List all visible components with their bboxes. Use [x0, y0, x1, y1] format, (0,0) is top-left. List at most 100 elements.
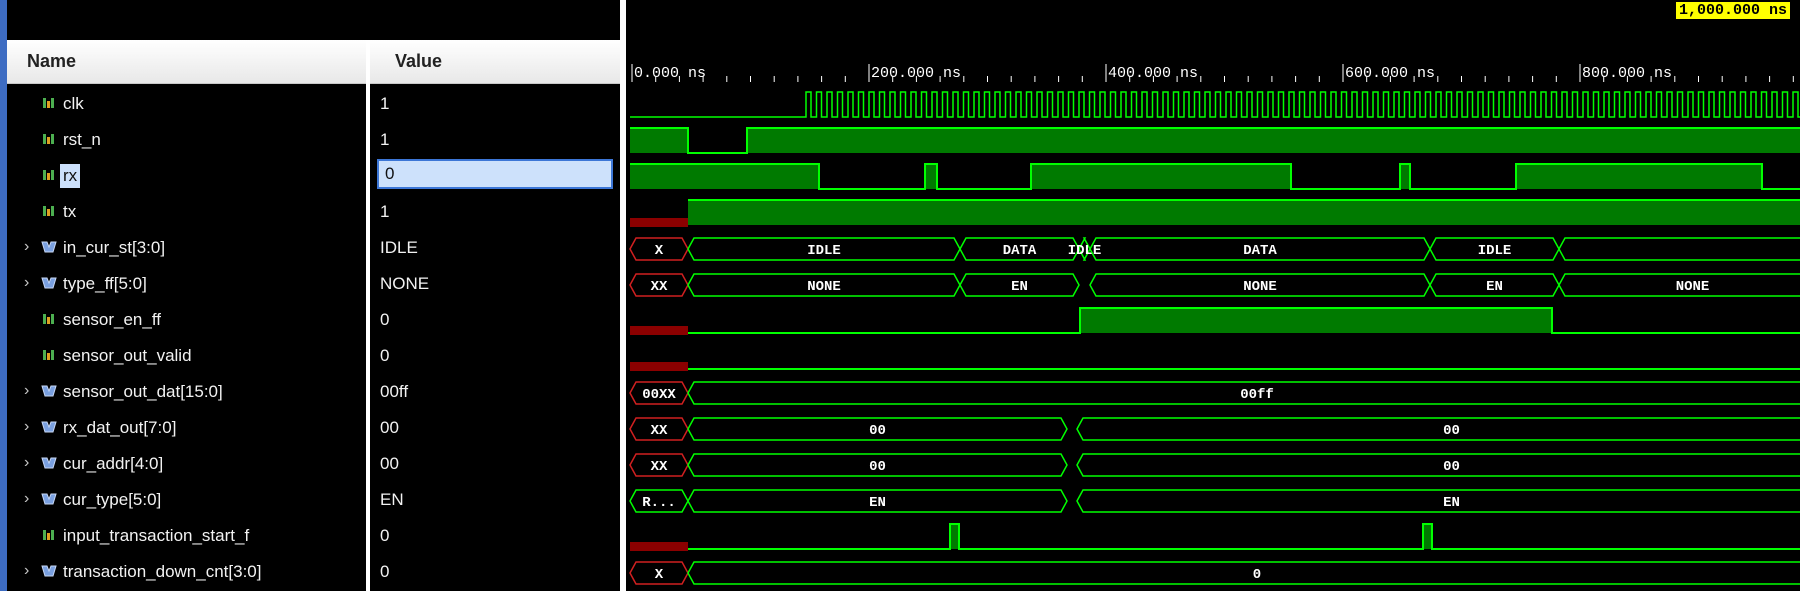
time-cursor-marker[interactable]: 1,000.000 ns [1676, 2, 1791, 19]
signal-name[interactable]: rx [60, 164, 81, 188]
bus-signal-icon [41, 421, 57, 433]
signal-name[interactable]: rst_n [60, 128, 104, 152]
bus-value-label: 00XX [642, 387, 676, 403]
bit-signal-icon [43, 314, 54, 324]
input_transaction_start_f-waveform-fill [1423, 524, 1432, 549]
signal-value: 0 [380, 310, 390, 329]
signal-name[interactable]: rx_dat_out[7:0] [60, 416, 179, 440]
rst_n-waveform-fill [747, 128, 1800, 153]
signal-value: EN [380, 490, 404, 509]
bus-signal-icon [41, 565, 57, 577]
signal-row[interactable]: clk 1 [7, 86, 620, 122]
bus-segment [1076, 489, 1800, 513]
signal-name[interactable]: tx [60, 200, 79, 224]
signal-value: 00 [380, 454, 399, 473]
input_transaction_start_f-waveform-fill [950, 524, 959, 549]
signal-value: 1 [380, 202, 390, 221]
undefined-segment [630, 542, 688, 551]
expand-chevron-icon[interactable]: › [24, 562, 29, 580]
signal-row[interactable]: › rx_dat_out[7:0] 00 [7, 410, 620, 446]
rx-waveform-fill [1516, 164, 1762, 189]
bus-segment [687, 561, 1800, 585]
signal-value: 1 [380, 130, 390, 149]
selected-value-field[interactable] [377, 159, 613, 189]
expand-chevron-icon[interactable]: › [24, 274, 29, 292]
signal-name[interactable]: sensor_en_ff [60, 308, 164, 332]
signal-name[interactable]: clk [60, 92, 87, 116]
bus-value-label: EN [1011, 279, 1028, 295]
bit-signal-icon [43, 134, 54, 144]
signal-name[interactable]: sensor_out_valid [60, 344, 195, 368]
bus-value-label: X [655, 243, 664, 259]
signal-name[interactable]: cur_addr[4:0] [60, 452, 166, 476]
signal-value: 0 [380, 346, 390, 365]
signal-row[interactable]: tx 1 [7, 194, 620, 230]
bus-value-label: 0 [1253, 567, 1261, 583]
signal-row[interactable]: › transaction_down_cnt[3:0] 0 [7, 554, 620, 590]
column-header-name[interactable]: Name [7, 40, 366, 84]
signal-name[interactable]: transaction_down_cnt[3:0] [60, 560, 264, 584]
bit-signal-icon [43, 530, 54, 540]
signal-row[interactable]: sensor_out_valid 0 [7, 338, 620, 374]
column-header-value[interactable]: Value [370, 40, 620, 84]
input_transaction_start_f-waveform [688, 523, 1800, 550]
signal-row[interactable]: › cur_type[5:0] EN [7, 482, 620, 518]
signal-value: NONE [380, 274, 430, 293]
sensor_en_ff-waveform-fill [1080, 308, 1552, 333]
expand-chevron-icon[interactable]: › [24, 382, 29, 400]
bus-signal-icon [41, 385, 57, 397]
bus-value-label: IDLE [1068, 243, 1102, 259]
clk-waveform [630, 91, 1800, 118]
signal-value: 1 [380, 94, 390, 113]
bus-signal-icon [41, 277, 57, 289]
bus-value-label: R... [642, 495, 676, 511]
signal-name[interactable]: cur_type[5:0] [60, 488, 164, 512]
expand-chevron-icon[interactable]: › [24, 454, 29, 472]
expand-chevron-icon[interactable]: › [24, 490, 29, 508]
signal-value: 00 [380, 418, 399, 437]
bus-value-label: NONE [1676, 279, 1710, 295]
bus-signal-icon [41, 493, 57, 505]
bit-signal-icon [43, 206, 54, 216]
signal-row[interactable]: sensor_en_ff 0 [7, 302, 620, 338]
signal-row[interactable]: rst_n 1 [7, 122, 620, 158]
rx-waveform-fill [925, 164, 937, 189]
undefined-segment [630, 218, 688, 227]
tx-waveform-fill [688, 200, 1800, 225]
bus-value-label: DATA [1243, 243, 1277, 259]
signal-name[interactable]: type_ff[5:0] [60, 272, 150, 296]
signal-row[interactable]: › cur_addr[4:0] 00 [7, 446, 620, 482]
signal-row[interactable]: › sensor_out_dat[15:0] 00ff [7, 374, 620, 410]
expand-chevron-icon[interactable]: › [24, 238, 29, 256]
bus-value-label: 00 [869, 423, 886, 439]
bit-signal-icon [43, 170, 54, 180]
signal-value: 00ff [380, 382, 409, 401]
signal-name[interactable]: sensor_out_dat[15:0] [60, 380, 226, 404]
bus-value-label: 00ff [1240, 387, 1274, 403]
panel-accent-bar [0, 0, 7, 591]
signal-row[interactable]: › in_cur_st[3:0] IDLE [7, 230, 620, 266]
bus-value-label: EN [869, 495, 886, 511]
bus-value-label: NONE [1243, 279, 1277, 295]
signal-name[interactable]: input_transaction_start_f [60, 524, 252, 548]
bus-segment [1076, 417, 1800, 441]
signal-row[interactable]: › type_ff[5:0] NONE [7, 266, 620, 302]
rx-waveform-fill [1031, 164, 1291, 189]
bus-value-label: XX [651, 459, 668, 475]
rx-waveform-fill [630, 164, 819, 189]
signal-value: 0 [380, 526, 390, 545]
signal-value: IDLE [380, 238, 418, 257]
bus-value-label: NONE [807, 279, 841, 295]
column-header-name-label: Name [27, 51, 77, 71]
undefined-segment [630, 326, 688, 335]
signal-value: 0 [380, 562, 390, 581]
rx-waveform-fill [1400, 164, 1410, 189]
waveform-canvas[interactable]: 0.000 ns 200.000 ns 400.000 ns 600.000 ns 80… [626, 0, 1800, 591]
bit-signal-icon [43, 350, 54, 360]
signal-row[interactable]: input_transaction_start_f 0 [7, 518, 620, 554]
bus-value-label: IDLE [807, 243, 841, 259]
expand-chevron-icon[interactable]: › [24, 418, 29, 436]
bus-segment [1558, 237, 1800, 261]
signal-name[interactable]: in_cur_st[3:0] [60, 236, 168, 260]
waveform-viewer[interactable]: 0.000 ns 200.000 ns 400.000 ns 600.000 ns 80… [626, 0, 1800, 591]
